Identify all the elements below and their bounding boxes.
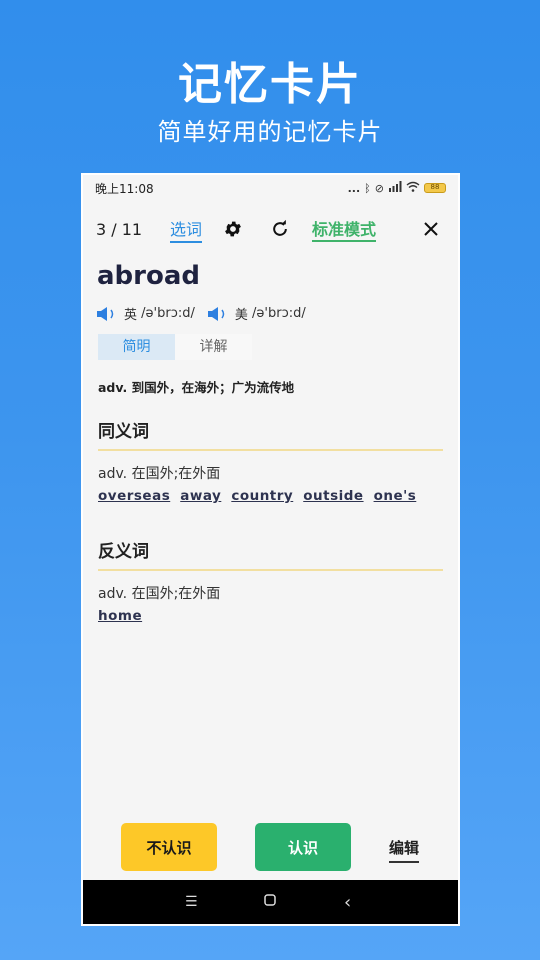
card-word: abroad [97,261,200,291]
pronunciation-ipa: /ə'brɔ:d/ [141,306,195,321]
mode-button[interactable]: 标准模式 [312,216,377,242]
select-words-button[interactable]: 选词 [170,216,203,243]
unknown-button[interactable]: 不认识 [121,823,217,871]
bluetooth-icon: ᛒ [364,181,371,195]
gear-icon[interactable] [223,219,243,239]
synonym-link[interactable]: country [231,488,293,504]
close-icon[interactable] [421,219,441,239]
phone-screen: 晚上11:08 ... ᛒ ⊘ 88 3 / 11 选词 标准模式 abroad [81,173,460,926]
synonym-link[interactable]: outside [303,488,363,504]
synonyms-title: 同义词 [98,422,149,442]
pronunciation-us[interactable]: 美 /ə'brɔ:d/ [207,304,306,323]
speaker-icon [207,306,229,322]
definition-tabs: 简明 详解 [98,334,252,360]
speaker-icon [96,306,118,322]
synonym-list: overseas away country outside one's [98,488,416,504]
card-counter: 3 / 11 [96,219,143,239]
promo-title: 记忆卡片 [178,59,362,110]
status-time: 晚上11:08 [95,181,154,196]
pronunciation-row: 英 /ə'brɔ:d/ 美 /ə'brɔ:d/ [96,304,318,323]
menu-icon[interactable]: ☰ [185,894,198,910]
antonyms-title: 反义词 [98,542,149,562]
battery-icon: 88 [424,183,446,193]
status-icons: ... ᛒ ⊘ 88 [348,181,446,195]
pronunciation-region: 美 [234,308,248,323]
synonym-link[interactable]: away [180,488,221,504]
synonym-link[interactable]: overseas [98,488,170,504]
hd-signal-icon [388,181,402,195]
antonyms-definition: adv. 在国外;在外面 [98,586,221,602]
synonyms-divider [98,449,443,451]
wifi-icon [406,181,420,195]
more-dots-icon: ... [347,181,361,195]
system-navbar: ☰ ‹ [83,880,458,924]
pronunciation-uk[interactable]: 英 /ə'brɔ:d/ [96,304,195,323]
refresh-icon[interactable] [270,219,290,239]
home-icon[interactable] [264,894,276,910]
back-icon[interactable]: ‹ [344,892,351,913]
synonyms-definition: adv. 在国外;在外面 [98,466,221,482]
pronunciation-ipa: /ə'brɔ:d/ [252,306,306,321]
antonyms-divider [98,569,443,571]
edit-button[interactable]: 编辑 [389,837,420,863]
antonym-link[interactable]: home [98,608,142,624]
brief-definition: adv. 到国外，在海外；广为流传地 [98,380,295,395]
known-button[interactable]: 认识 [255,823,351,871]
tab-detail[interactable]: 详解 [175,334,252,360]
tab-brief[interactable]: 简明 [98,334,175,360]
promo-subtitle: 简单好用的记忆卡片 [157,118,383,146]
antonym-list: home [98,608,142,624]
pronunciation-region: 英 [124,308,138,323]
status-bar: 晚上11:08 ... ᛒ ⊘ 88 [83,175,458,201]
synonym-link[interactable]: one's [374,488,417,504]
toolbar: 3 / 11 选词 标准模式 [83,213,458,245]
mute-icon: ⊘ [374,181,384,195]
